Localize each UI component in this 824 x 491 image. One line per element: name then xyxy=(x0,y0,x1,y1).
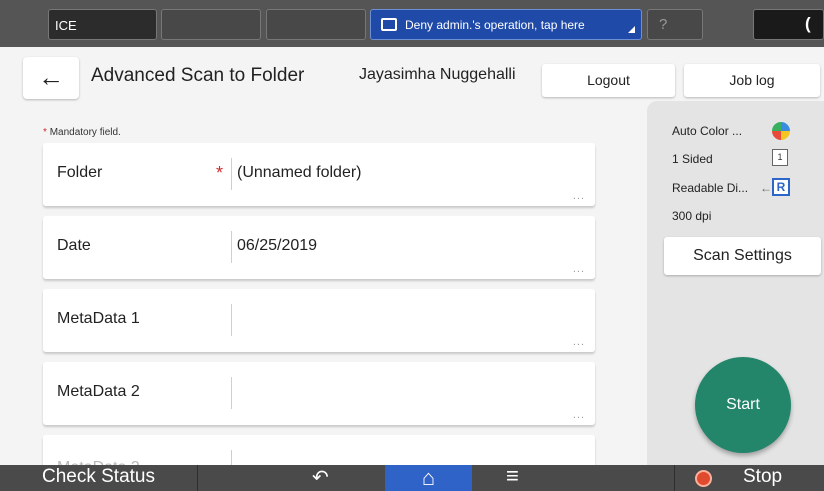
scan-settings-panel: Auto Color ... 1 Sided 1 Readable Di... … xyxy=(647,101,824,465)
back-arrow-icon: ← xyxy=(38,62,64,92)
field-label: MetaData 2 xyxy=(57,383,140,400)
sides-label: 1 Sided xyxy=(672,152,713,166)
more-icon: ... xyxy=(572,190,585,202)
field-divider xyxy=(231,304,232,336)
more-icon: ... xyxy=(572,409,585,421)
folder-field[interactable]: Folder * (Unnamed folder) ... xyxy=(43,143,595,206)
stop-button[interactable]: Stop xyxy=(743,466,782,488)
field-divider xyxy=(231,377,232,409)
field-divider xyxy=(231,158,232,190)
readable-direction-icon: R xyxy=(772,178,790,196)
corner-indicator-icon xyxy=(628,26,635,33)
deny-admin-label: Deny admin.'s operation, tap here xyxy=(405,18,585,32)
auto-color-icon xyxy=(772,122,790,140)
help-icon: ? xyxy=(659,16,668,33)
metadata-2-field[interactable]: MetaData 2 ... xyxy=(43,362,595,425)
bottom-bar: Check Status ↶ ⌂ ≡ Stop xyxy=(0,463,824,491)
field-value: 06/25/2019 xyxy=(237,237,318,254)
status-slot-2 xyxy=(266,9,366,40)
bottom-divider xyxy=(674,465,675,491)
deny-admin-button[interactable]: Deny admin.'s operation, tap here xyxy=(370,9,642,40)
job-log-button[interactable]: Job log xyxy=(684,64,820,97)
more-icon: ... xyxy=(572,336,585,348)
page-title: Advanced Scan to Folder xyxy=(91,65,305,86)
status-slot-1 xyxy=(161,9,261,40)
field-value: (Unnamed folder) xyxy=(237,164,362,181)
undo-back-icon[interactable]: ↶ xyxy=(312,465,329,490)
status-bar: ICE Deny admin.'s operation, tap here ? … xyxy=(0,0,824,47)
scan-settings-button[interactable]: Scan Settings xyxy=(664,237,821,275)
ice-label: ICE xyxy=(55,18,77,33)
home-icon: ⌂ xyxy=(421,465,436,490)
stop-icon[interactable] xyxy=(695,470,712,487)
remote-operation-icon xyxy=(381,18,397,31)
field-divider xyxy=(231,231,232,263)
start-button[interactable]: Start xyxy=(695,357,791,453)
mandatory-note: * Mandatory field. xyxy=(43,127,121,138)
bottom-divider xyxy=(197,465,198,491)
logout-button[interactable]: Logout xyxy=(542,64,675,97)
mandatory-note-text: Mandatory field. xyxy=(49,127,121,138)
required-asterisk: * xyxy=(216,163,224,183)
energy-saver-button[interactable]: ( xyxy=(753,9,824,40)
user-name: Jayasimha Nuggehalli xyxy=(359,66,516,83)
field-label: Folder xyxy=(57,164,103,181)
menu-icon[interactable]: ≡ xyxy=(506,463,519,489)
back-button[interactable]: ← xyxy=(23,57,79,99)
more-icon: ... xyxy=(572,263,585,275)
resolution-label: 300 dpi xyxy=(672,209,712,223)
one-sided-icon: 1 xyxy=(772,149,788,166)
color-mode-label: Auto Color ... xyxy=(672,124,743,138)
orientation-label: Readable Di... xyxy=(672,181,749,195)
moon-icon: ( xyxy=(805,14,811,33)
field-label: Date xyxy=(57,237,91,254)
metadata-1-field[interactable]: MetaData 1 ... xyxy=(43,289,595,352)
home-button[interactable]: ⌂ xyxy=(385,465,472,491)
field-label: MetaData 1 xyxy=(57,310,140,327)
ice-indicator[interactable]: ICE xyxy=(48,9,157,40)
check-status-button[interactable]: Check Status xyxy=(42,466,155,488)
orientation-arrow-icon: ← xyxy=(760,181,772,195)
required-asterisk: * xyxy=(43,127,47,138)
help-button[interactable]: ? xyxy=(647,9,703,40)
date-field[interactable]: Date 06/25/2019 ... xyxy=(43,216,595,279)
